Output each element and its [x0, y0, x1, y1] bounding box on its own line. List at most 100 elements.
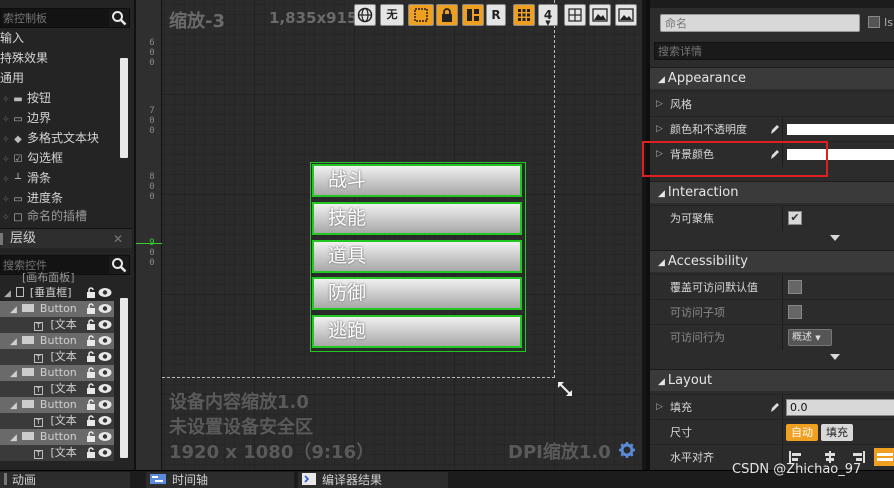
eye-icon[interactable]: [98, 287, 112, 298]
details-search-input[interactable]: [654, 42, 894, 60]
grid-snap-icon[interactable]: [513, 4, 535, 26]
unlock-icon[interactable]: [86, 399, 96, 410]
color-swatch[interactable]: [787, 124, 894, 135]
focusable-checkbox[interactable]: ✔: [788, 211, 802, 225]
gear-icon[interactable]: [618, 441, 636, 459]
category-layout[interactable]: ◢ Layout: [650, 369, 894, 391]
eye-icon[interactable]: [98, 335, 112, 346]
override-accessible-checkbox[interactable]: [788, 280, 802, 294]
accessible-behavior-dropdown[interactable]: 概述 ▼: [788, 329, 832, 346]
collapse-arrow-icon[interactable]: ◢: [10, 433, 17, 443]
palette-item-button[interactable]: ✧ ▬ 按钮: [0, 88, 118, 108]
palette-item-checkbox[interactable]: ✧ ☑ 勾选框: [0, 148, 118, 168]
grid-size-dropdown[interactable]: 4 ▼: [538, 4, 558, 27]
palette-item-border[interactable]: ✧ ▭ 边界: [0, 108, 118, 128]
palette-scrollbar[interactable]: [120, 58, 128, 158]
prop-padding[interactable]: ▷ 填充: [650, 394, 894, 420]
close-icon[interactable]: ✕: [113, 229, 123, 249]
globe-icon[interactable]: [354, 4, 376, 26]
unlock-icon[interactable]: [86, 383, 96, 394]
prop-focusable[interactable]: 为可聚焦 ✔: [650, 205, 894, 231]
align-fill-icon[interactable]: [874, 448, 894, 466]
palette-item-slider[interactable]: ✧ ┴ 滑条: [0, 168, 118, 188]
collapse-arrow-icon[interactable]: ◢: [10, 401, 17, 411]
eye-icon[interactable]: [98, 351, 112, 362]
respect-locks-button[interactable]: R: [486, 4, 506, 26]
palette-category-effects[interactable]: 持殊效果: [0, 48, 118, 68]
advanced-toggle[interactable]: [650, 233, 894, 245]
size-auto-button[interactable]: 自动: [786, 424, 818, 441]
prop-size[interactable]: 尺寸 自动 填充: [650, 419, 894, 445]
unlock-icon[interactable]: [86, 415, 96, 426]
palette-item-progressbar[interactable]: ✧ ▭ 进度条: [0, 188, 118, 208]
resize-handle-icon[interactable]: [556, 380, 574, 398]
hierarchy-row-canvas[interactable]: [画布面板]: [0, 270, 114, 286]
palette-item-richtext[interactable]: ✧ ◆ 多格式文本块: [0, 128, 118, 148]
tab-compiler-results[interactable]: 编译器结果: [298, 472, 448, 488]
collapse-arrow-icon[interactable]: ◢: [10, 337, 17, 347]
expand-arrow-icon[interactable]: ▷: [656, 117, 663, 142]
unlock-icon[interactable]: [86, 367, 96, 378]
unlock-icon[interactable]: [86, 351, 96, 362]
unlock-icon[interactable]: [86, 447, 96, 458]
size-fill-button[interactable]: 填充: [821, 424, 853, 441]
collapse-arrow-icon[interactable]: ◢: [4, 289, 11, 299]
hierarchy-row-button-5[interactable]: ◢ Button: [0, 429, 114, 445]
palette-item-namedslot[interactable]: ✧ □ 命名的插槽: [0, 206, 118, 226]
collapse-arrow-icon[interactable]: ◢: [10, 305, 17, 315]
eye-icon[interactable]: [98, 447, 112, 458]
category-accessibility[interactable]: ◢ Accessibility: [650, 250, 894, 272]
eye-icon[interactable]: [98, 319, 112, 330]
unlock-icon[interactable]: [86, 431, 96, 442]
hierarchy-row-button-1[interactable]: ◢ Button: [0, 301, 114, 317]
accessible-children-checkbox[interactable]: [788, 305, 802, 319]
layout-icon[interactable]: [462, 4, 484, 26]
prop-accessible-children[interactable]: 可访问子项: [650, 299, 894, 325]
expand-arrow-icon[interactable]: ▷: [656, 92, 663, 117]
category-interaction[interactable]: ◢ Interaction: [650, 181, 894, 203]
prop-accessible-behavior[interactable]: 可访问行为 概述 ▼: [650, 324, 894, 350]
eye-icon[interactable]: [98, 383, 112, 394]
eye-icon[interactable]: [98, 303, 112, 314]
image-icon[interactable]: [589, 4, 611, 26]
hierarchy-row-text-1[interactable]: T [文本: [0, 317, 114, 333]
prop-color-opacity[interactable]: ▷ 颜色和不透明度: [650, 116, 894, 142]
tab-timeline[interactable]: 时间轴: [146, 472, 294, 488]
unlock-icon[interactable]: [86, 287, 96, 298]
hierarchy-row-vbox[interactable]: ◢ [垂直框]: [0, 285, 114, 301]
prop-style[interactable]: ▷ 风格: [650, 91, 894, 116]
tab-animation[interactable]: 动画: [0, 472, 130, 488]
designer-viewport[interactable]: 6 0 0 7 0 0 8 0 0 9 0 0 缩放-3 1,835x915 无…: [134, 0, 642, 470]
palette-category-input[interactable]: 输入: [0, 28, 118, 48]
fit-screen-icon[interactable]: [408, 4, 434, 26]
hierarchy-scrollbar[interactable]: [120, 298, 128, 458]
preview-icon[interactable]: [615, 4, 637, 26]
eye-icon[interactable]: [98, 431, 112, 442]
hierarchy-row-text-4[interactable]: T [文本: [0, 413, 114, 429]
expand-arrow-icon[interactable]: ▷: [656, 395, 663, 420]
advanced-toggle[interactable]: [650, 352, 894, 364]
hierarchy-row-text-2[interactable]: T [文本: [0, 349, 114, 365]
transform-icon[interactable]: [564, 4, 586, 26]
hierarchy-row-text-5[interactable]: T [文本: [0, 445, 114, 461]
lock-icon[interactable]: [436, 4, 458, 26]
eye-icon[interactable]: [98, 399, 112, 410]
collapse-arrow-icon[interactable]: ◢: [10, 369, 17, 379]
hierarchy-row-button-4[interactable]: ◢ Button: [0, 397, 114, 413]
padding-input[interactable]: [786, 399, 894, 416]
is-variable-checkbox[interactable]: [868, 16, 880, 28]
eye-icon[interactable]: [98, 367, 112, 378]
palette-search-input[interactable]: [1, 9, 109, 27]
category-appearance[interactable]: ◢ Appearance: [650, 67, 894, 89]
binding-icon[interactable]: [770, 123, 780, 135]
prop-override-accessible[interactable]: 覆盖可访问默认值: [650, 274, 894, 300]
hierarchy-row-text-3[interactable]: T [文本: [0, 381, 114, 397]
unlock-icon[interactable]: [86, 303, 96, 314]
eye-icon[interactable]: [98, 415, 112, 426]
localization-icon[interactable]: 无: [380, 4, 404, 26]
widget-name-input[interactable]: [660, 14, 860, 32]
hierarchy-row-button-2[interactable]: ◢ Button: [0, 333, 114, 349]
hierarchy-row-button-3[interactable]: ◢ Button: [0, 365, 114, 381]
palette-category-common[interactable]: 通用: [0, 68, 118, 88]
binding-icon[interactable]: [770, 401, 780, 413]
